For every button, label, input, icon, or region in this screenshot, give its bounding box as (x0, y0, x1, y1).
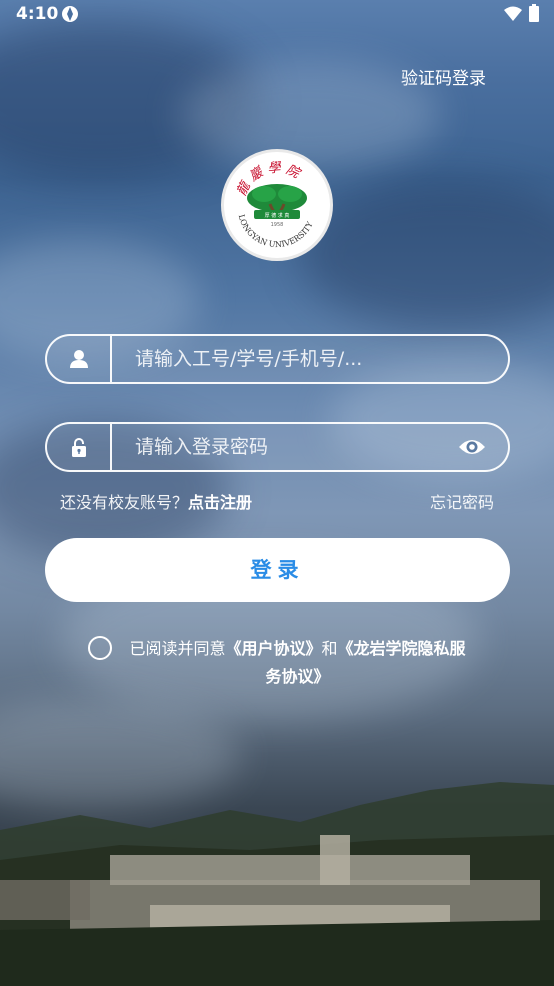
agreement-radio[interactable] (88, 636, 112, 660)
register-link[interactable]: 点击注册 (188, 493, 252, 512)
register-prompt-text: 还没有校友账号？ (60, 493, 189, 512)
sms-code-login-link[interactable]: 验证码登录 (401, 64, 486, 89)
agreement-text: 已阅读并同意《用户协议》和《龙岩学院隐私服务协议》 (125, 635, 470, 691)
agreement-connector: 和 (321, 639, 338, 658)
forgot-password-link[interactable]: 忘记密码 (430, 489, 494, 513)
user-icon (70, 350, 88, 368)
user-agreement-link[interactable]: 《用户协议》 (225, 639, 321, 658)
field-separator (110, 424, 112, 470)
svg-text:厚 德 求 真: 厚 德 求 真 (265, 212, 290, 219)
status-bar: 4:10 (0, 0, 554, 30)
status-time: 4:10 (16, 4, 59, 24)
field-separator (110, 336, 112, 382)
app-notification-icon (62, 6, 78, 22)
username-field[interactable] (45, 334, 510, 384)
wifi-icon (504, 6, 522, 21)
svg-text:1958: 1958 (271, 222, 284, 228)
password-input[interactable] (135, 430, 455, 464)
register-prompt-row: 还没有校友账号？点击注册 (60, 489, 252, 513)
eye-icon[interactable] (458, 436, 486, 458)
university-logo: 龍 巖 學 院 厚 德 求 真 1958 LONGYAN UNIVERSITY (221, 149, 333, 261)
password-field[interactable] (45, 422, 510, 472)
battery-icon (529, 4, 539, 22)
lock-icon (72, 438, 86, 457)
agreement-prefix: 已阅读并同意 (129, 639, 226, 658)
username-input[interactable] (135, 342, 455, 376)
login-button[interactable]: 登录 (45, 538, 510, 602)
